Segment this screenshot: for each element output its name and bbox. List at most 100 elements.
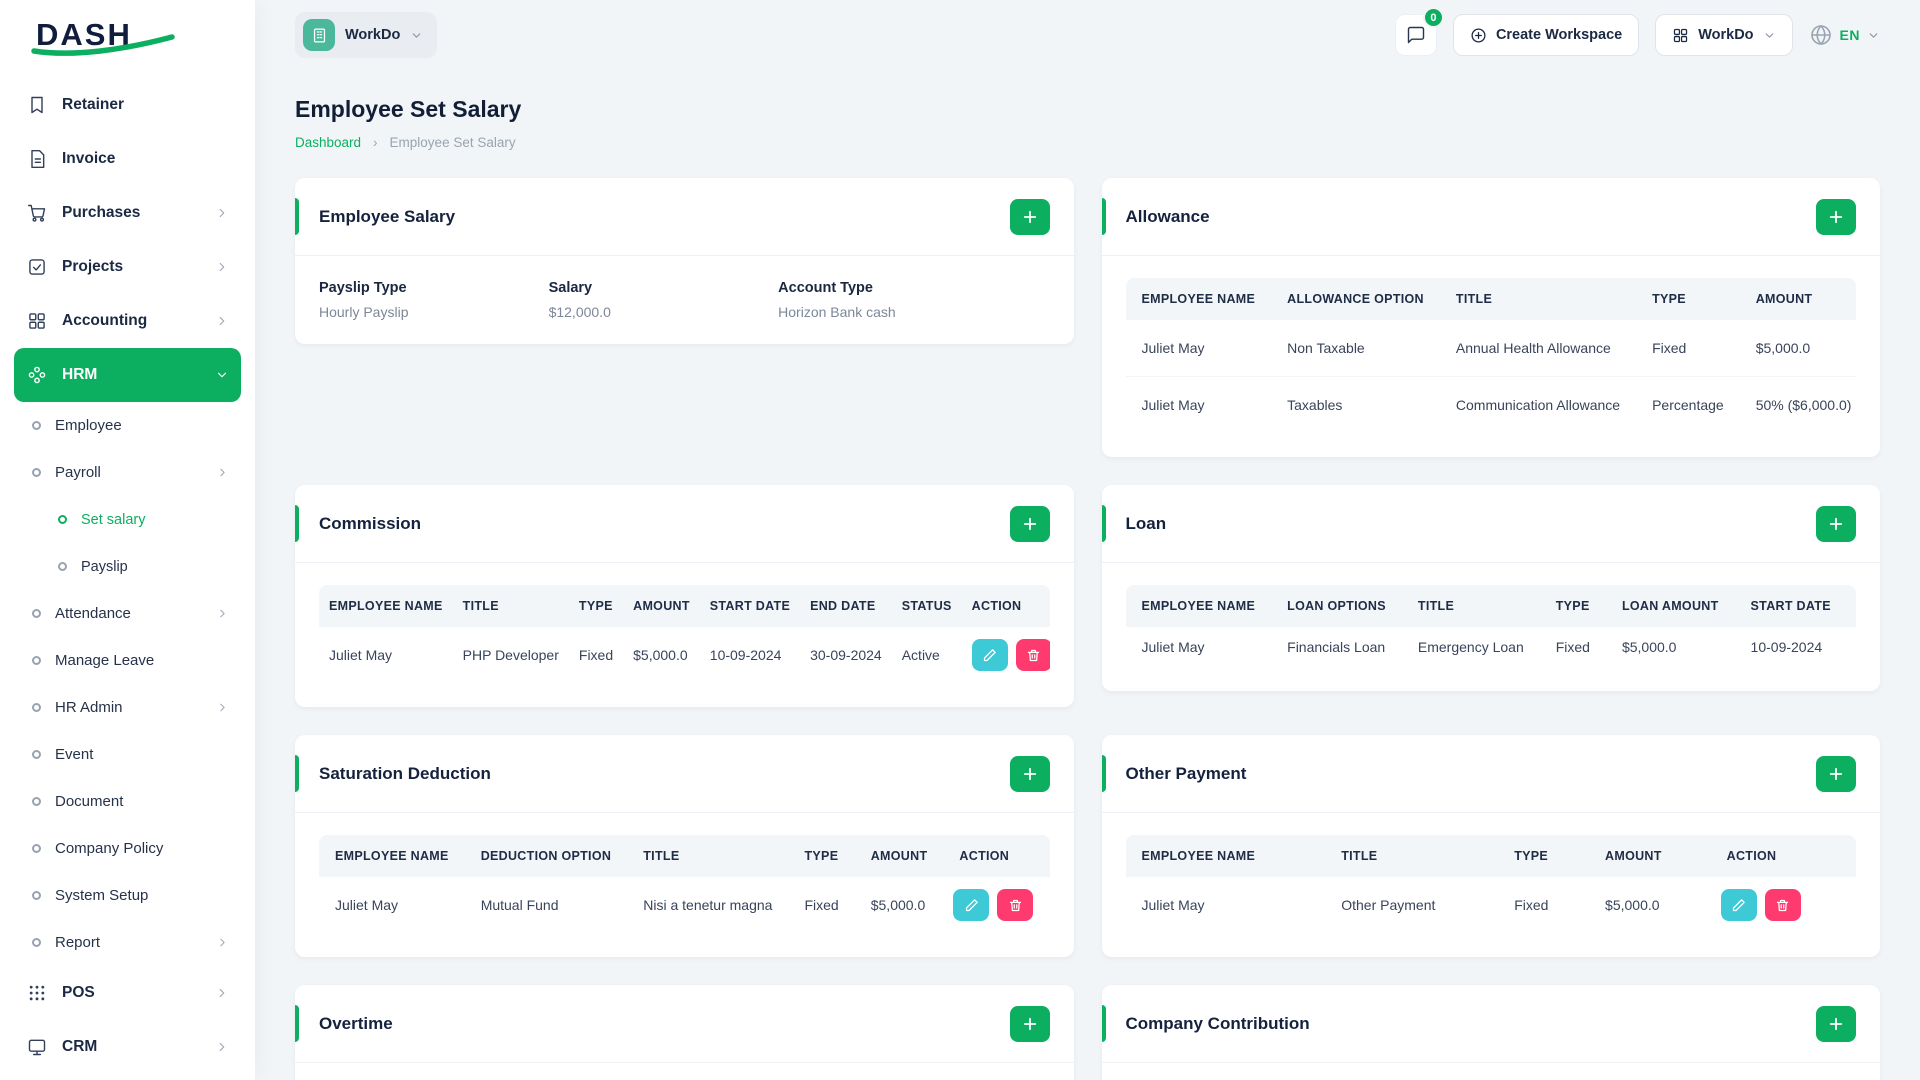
card-header: Overtime bbox=[295, 985, 1074, 1063]
sidebar-item-set-salary[interactable]: Set salary bbox=[14, 496, 241, 543]
messages-button[interactable]: 0 bbox=[1394, 7, 1444, 56]
saturation-deduction-table: Employee Name Deduction Option Title Typ… bbox=[319, 835, 1050, 933]
edit-button[interactable] bbox=[1720, 889, 1757, 921]
card-title: Allowance bbox=[1125, 206, 1210, 226]
column-header: Type bbox=[568, 585, 624, 627]
sidebar-item-label: Employee bbox=[55, 417, 122, 434]
sidebar-item-report[interactable]: Report bbox=[14, 919, 241, 966]
bullet-icon bbox=[32, 750, 41, 759]
sidebar-item-payroll[interactable]: Payroll bbox=[14, 449, 241, 496]
column-header: Type bbox=[788, 835, 855, 877]
sidebar-item-hr-admin[interactable]: HR Admin bbox=[14, 684, 241, 731]
card-title: Employee Salary bbox=[319, 206, 456, 226]
workspace-switcher[interactable]: WorkDo bbox=[295, 12, 438, 58]
sidebar-item-invoice[interactable]: Invoice bbox=[14, 132, 241, 186]
add-saturation-deduction-button[interactable] bbox=[1009, 755, 1050, 792]
sidebar-item-payslip[interactable]: Payslip bbox=[14, 543, 241, 590]
cell-start-date: 10-09-2024 bbox=[709, 647, 782, 663]
card-header: Other Payment bbox=[1101, 735, 1880, 813]
sidebar-item-pos[interactable]: POS bbox=[14, 966, 241, 1020]
column-header: Start Date bbox=[1734, 585, 1847, 627]
table-row: Juliet May Other Payment Fixed $5,000.0 bbox=[1126, 877, 1857, 933]
add-other-payment-button[interactable] bbox=[1816, 755, 1856, 792]
sidebar-item-system-setup[interactable]: System Setup bbox=[14, 872, 241, 919]
other-payment-card: Other Payment Employee Name Title Type bbox=[1101, 735, 1880, 957]
bullet-icon bbox=[58, 562, 67, 571]
delete-button[interactable] bbox=[1764, 889, 1801, 921]
cell-title: PHP Developer bbox=[462, 647, 559, 663]
column-header: Title bbox=[452, 585, 569, 627]
add-commission-button[interactable] bbox=[1009, 505, 1050, 542]
cell-type: Fixed bbox=[804, 897, 839, 913]
field-label: Account Type bbox=[778, 280, 873, 296]
language-label: EN bbox=[1839, 27, 1860, 43]
add-company-contribution-button[interactable] bbox=[1816, 1005, 1856, 1042]
breadcrumb: Dashboard › Employee Set Salary bbox=[295, 135, 1880, 150]
sidebar-item-attendance[interactable]: Attendance bbox=[14, 590, 241, 637]
field-value: $12,000.0 bbox=[548, 304, 611, 320]
topbar: WorkDo 0 Create Workspace WorkDo EN bbox=[255, 0, 1920, 70]
chevron-down-icon bbox=[410, 29, 423, 42]
sidebar-item-label: Document bbox=[55, 793, 124, 810]
sidebar-item-projects[interactable]: Projects bbox=[14, 240, 241, 294]
bullet-icon bbox=[32, 468, 41, 477]
sidebar-item-document[interactable]: Document bbox=[14, 778, 241, 825]
cell-option: Non Taxable bbox=[1287, 340, 1365, 356]
cell-title: Nisi a tenetur magna bbox=[643, 897, 773, 913]
chevron-right-icon bbox=[216, 466, 229, 479]
breadcrumb-current: Employee Set Salary bbox=[389, 135, 516, 150]
edit-button[interactable] bbox=[953, 889, 990, 921]
sidebar-item-accounting[interactable]: Accounting bbox=[14, 294, 241, 348]
delete-button[interactable] bbox=[1015, 639, 1050, 671]
field-value: Hourly Payslip bbox=[319, 304, 409, 320]
column-header: Action bbox=[1710, 835, 1856, 877]
cell-action bbox=[962, 627, 1050, 683]
workdo-menu-button[interactable]: WorkDo bbox=[1655, 14, 1793, 56]
sidebar-item-retainer[interactable]: Retainer bbox=[14, 78, 241, 132]
table-header-row: Employee Name Loan Options Title Type Lo… bbox=[1125, 585, 1856, 627]
cell-title: Emergency Loan bbox=[1417, 639, 1524, 655]
sidebar-item-company-policy[interactable]: Company Policy bbox=[14, 825, 241, 872]
table-header-row: Employee Name Deduction Option Title Typ… bbox=[319, 835, 1050, 877]
sidebar-nav: Retainer Invoice Purchases Projects Acco… bbox=[0, 70, 255, 1080]
create-workspace-button[interactable]: Create Workspace bbox=[1452, 14, 1640, 56]
projects-icon bbox=[26, 256, 48, 278]
column-header: Amount bbox=[623, 585, 700, 627]
sidebar-item-crm[interactable]: CRM bbox=[14, 1020, 241, 1074]
table-header-row: Employee Name Title Type Amount Start Da… bbox=[319, 585, 1050, 627]
table-header-row: Employee Name Allowance Option Title Typ… bbox=[1125, 278, 1856, 320]
add-overtime-button[interactable] bbox=[1009, 1005, 1050, 1042]
sidebar-item-label: Purchases bbox=[62, 204, 141, 221]
column-header: Employee Name bbox=[1125, 835, 1326, 877]
app-logo[interactable]: DASH bbox=[0, 0, 255, 70]
sidebar-item-manage-leave[interactable]: Manage Leave bbox=[14, 637, 241, 684]
edit-button[interactable] bbox=[971, 639, 1008, 671]
breadcrumb-separator: › bbox=[373, 135, 378, 150]
add-employee-salary-button[interactable] bbox=[1009, 198, 1050, 235]
add-allowance-button[interactable] bbox=[1816, 198, 1856, 235]
sidebar-item-employee[interactable]: Employee bbox=[14, 402, 241, 449]
cell-option: Mutual Fund bbox=[480, 897, 559, 913]
building-icon bbox=[303, 19, 335, 51]
column-header: Type bbox=[1636, 278, 1740, 320]
saturation-deduction-card: Saturation Deduction Employee Name Deduc… bbox=[295, 735, 1074, 957]
sidebar-item-label: Set salary bbox=[81, 511, 146, 528]
other-payment-table: Employee Name Title Type Amount Action J… bbox=[1125, 835, 1857, 933]
sidebar-item-purchases[interactable]: Purchases bbox=[14, 186, 241, 240]
chevron-right-icon bbox=[215, 986, 229, 1000]
column-header: Amount bbox=[854, 835, 944, 877]
sidebar-item-hrm[interactable]: HRM bbox=[14, 348, 241, 402]
column-header: Title bbox=[627, 835, 789, 877]
delete-button[interactable] bbox=[997, 889, 1034, 921]
trash-icon bbox=[1777, 899, 1789, 911]
chevron-down-icon bbox=[215, 368, 229, 382]
sidebar-item-label: System Setup bbox=[55, 887, 149, 904]
add-loan-button[interactable] bbox=[1816, 505, 1856, 542]
plus-icon bbox=[1829, 1017, 1843, 1030]
card-body: Payslip Type Hourly Payslip Salary $12,0… bbox=[295, 256, 1074, 344]
cell-type: Fixed bbox=[1652, 340, 1687, 356]
breadcrumb-dashboard-link[interactable]: Dashboard bbox=[295, 135, 361, 150]
language-selector[interactable]: EN bbox=[1809, 23, 1880, 47]
sidebar-item-event[interactable]: Event bbox=[14, 731, 241, 778]
cell-employee: Juliet May bbox=[1141, 897, 1205, 913]
